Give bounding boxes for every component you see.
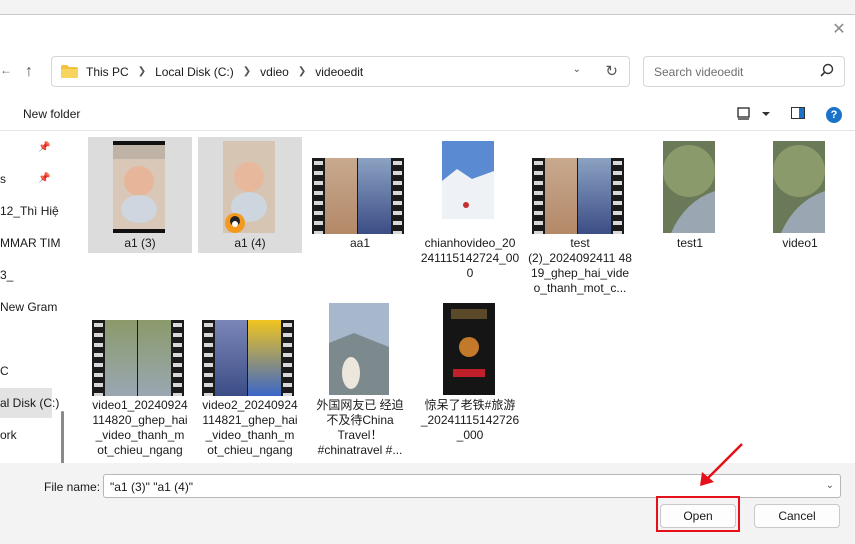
- sidebar-item-network[interactable]: ork: [0, 420, 52, 450]
- thumbnail: [113, 141, 165, 233]
- thumbnail: [663, 141, 715, 233]
- file-item[interactable]: aa1: [308, 137, 412, 253]
- file-item[interactable]: chianhovideo_20 241115142724_00 0: [418, 137, 522, 297]
- file-name: video2_20240924 114821_ghep_hai _video_t…: [202, 398, 298, 457]
- file-name: 外国网友已 经迫 不及待China Travel！ #chinatravel #…: [316, 398, 404, 457]
- command-bar: New folder: [0, 98, 855, 131]
- file-item[interactable]: a1 (4): [198, 137, 302, 253]
- new-folder-button[interactable]: New folder: [23, 107, 80, 121]
- breadcrumb-item[interactable]: Local Disk (C:): [153, 65, 236, 79]
- file-name: a1 (3): [124, 236, 156, 250]
- search-input[interactable]: [652, 62, 816, 82]
- file-item[interactable]: test (2)_2024092411 48 19_ghep_hai_vide …: [528, 137, 632, 297]
- search-icon[interactable]: [820, 63, 834, 77]
- preview-pane-icon[interactable]: [791, 107, 805, 119]
- file-name: chianhovideo_20 241115142724_00 0: [420, 236, 520, 280]
- sidebar-item[interactable]: s 📌: [0, 164, 52, 194]
- annotation-arrow-icon: [700, 443, 743, 486]
- file-name: video1: [782, 236, 818, 250]
- file-name: a1 (4): [234, 236, 266, 250]
- highlight-box: [656, 496, 740, 532]
- video-thumbnail: [202, 320, 294, 396]
- sidebar-item-this-pc[interactable]: C: [0, 356, 52, 386]
- pin-icon: 📌: [38, 142, 51, 153]
- breadcrumb-item[interactable]: vdieo: [258, 65, 291, 79]
- thumbnail: [223, 141, 275, 233]
- breadcrumb-item[interactable]: This PC: [84, 65, 131, 79]
- file-item[interactable]: video2_20240924 114821_ghep_hai _video_t…: [198, 303, 302, 463]
- back-arrow-icon[interactable]: ←: [0, 63, 12, 81]
- folder-icon: [61, 65, 78, 78]
- chevron-down-icon[interactable]: ⌄: [826, 480, 834, 491]
- file-item[interactable]: video1: [748, 137, 852, 253]
- chevron-right-icon[interactable]: ❯: [131, 66, 153, 77]
- file-name: test1: [676, 236, 703, 250]
- refresh-icon[interactable]: ↻: [605, 62, 618, 80]
- thumbnail: [443, 303, 495, 395]
- video-thumbnail: [92, 320, 184, 396]
- thumbnail: [329, 303, 389, 395]
- navigation-pane: 📌 s 📌 12_Thì Hiệ MMAR TIM 3_ New Gram C a…: [0, 131, 64, 463]
- sidebar-scrollbar[interactable]: [61, 411, 64, 463]
- chevron-right-icon[interactable]: ❯: [291, 66, 313, 77]
- sidebar-item[interactable]: 📌: [0, 133, 52, 163]
- file-item[interactable]: a1 (3): [88, 137, 192, 253]
- sidebar-item[interactable]: 12_Thì Hiệ: [0, 196, 59, 226]
- chevron-right-icon[interactable]: ❯: [236, 66, 258, 77]
- breadcrumb[interactable]: This PC ❯ Local Disk (C:) ❯ vdieo ❯ vide…: [51, 56, 630, 87]
- thumbnail: [442, 141, 494, 219]
- title-bar: [0, 15, 855, 45]
- file-name: test (2)_2024092411 48 19_ghep_hai_vide …: [528, 236, 632, 295]
- pin-icon: 📌: [38, 173, 51, 184]
- file-item[interactable]: video1_20240924 114820_ghep_hai _video_t…: [88, 303, 192, 463]
- file-list: a1 (3) a1 (4) aa1 chianhovideo_20 241115…: [70, 131, 855, 463]
- file-name: video1_20240924 114820_ghep_hai _video_t…: [92, 398, 188, 457]
- video-thumbnail: [532, 158, 624, 234]
- file-name: 惊呆了老铁#旅游 _20241115142726 _000: [420, 398, 520, 442]
- view-options-icon[interactable]: [736, 106, 770, 122]
- cancel-button[interactable]: Cancel: [754, 504, 840, 528]
- file-name-label: File name:: [44, 480, 101, 494]
- window-top-strip: [0, 0, 855, 15]
- video-thumbnail: [312, 158, 404, 234]
- sidebar-item[interactable]: MMAR TIM: [0, 228, 60, 258]
- help-icon[interactable]: ?: [826, 107, 842, 123]
- file-item[interactable]: 外国网友已 经迫 不及待China Travel！ #chinatravel #…: [308, 303, 412, 463]
- sidebar-item-local-disk[interactable]: al Disk (C:): [0, 388, 59, 418]
- search-box[interactable]: [643, 56, 845, 87]
- file-item[interactable]: 惊呆了老铁#旅游 _20241115142726 _000: [418, 303, 522, 463]
- sidebar-item[interactable]: New Gram: [0, 292, 57, 322]
- sidebar-item[interactable]: 3_: [0, 260, 52, 290]
- chevron-down-icon[interactable]: ⌄: [573, 64, 581, 75]
- up-arrow-icon[interactable]: ↑: [19, 62, 39, 82]
- thumbnail: [773, 141, 825, 233]
- file-name: aa1: [349, 236, 371, 250]
- close-icon[interactable]: ✕: [829, 20, 849, 40]
- breadcrumb-item[interactable]: videoedit: [313, 65, 365, 79]
- file-item[interactable]: test1: [638, 137, 742, 253]
- vertical-scrollbar[interactable]: [848, 131, 851, 461]
